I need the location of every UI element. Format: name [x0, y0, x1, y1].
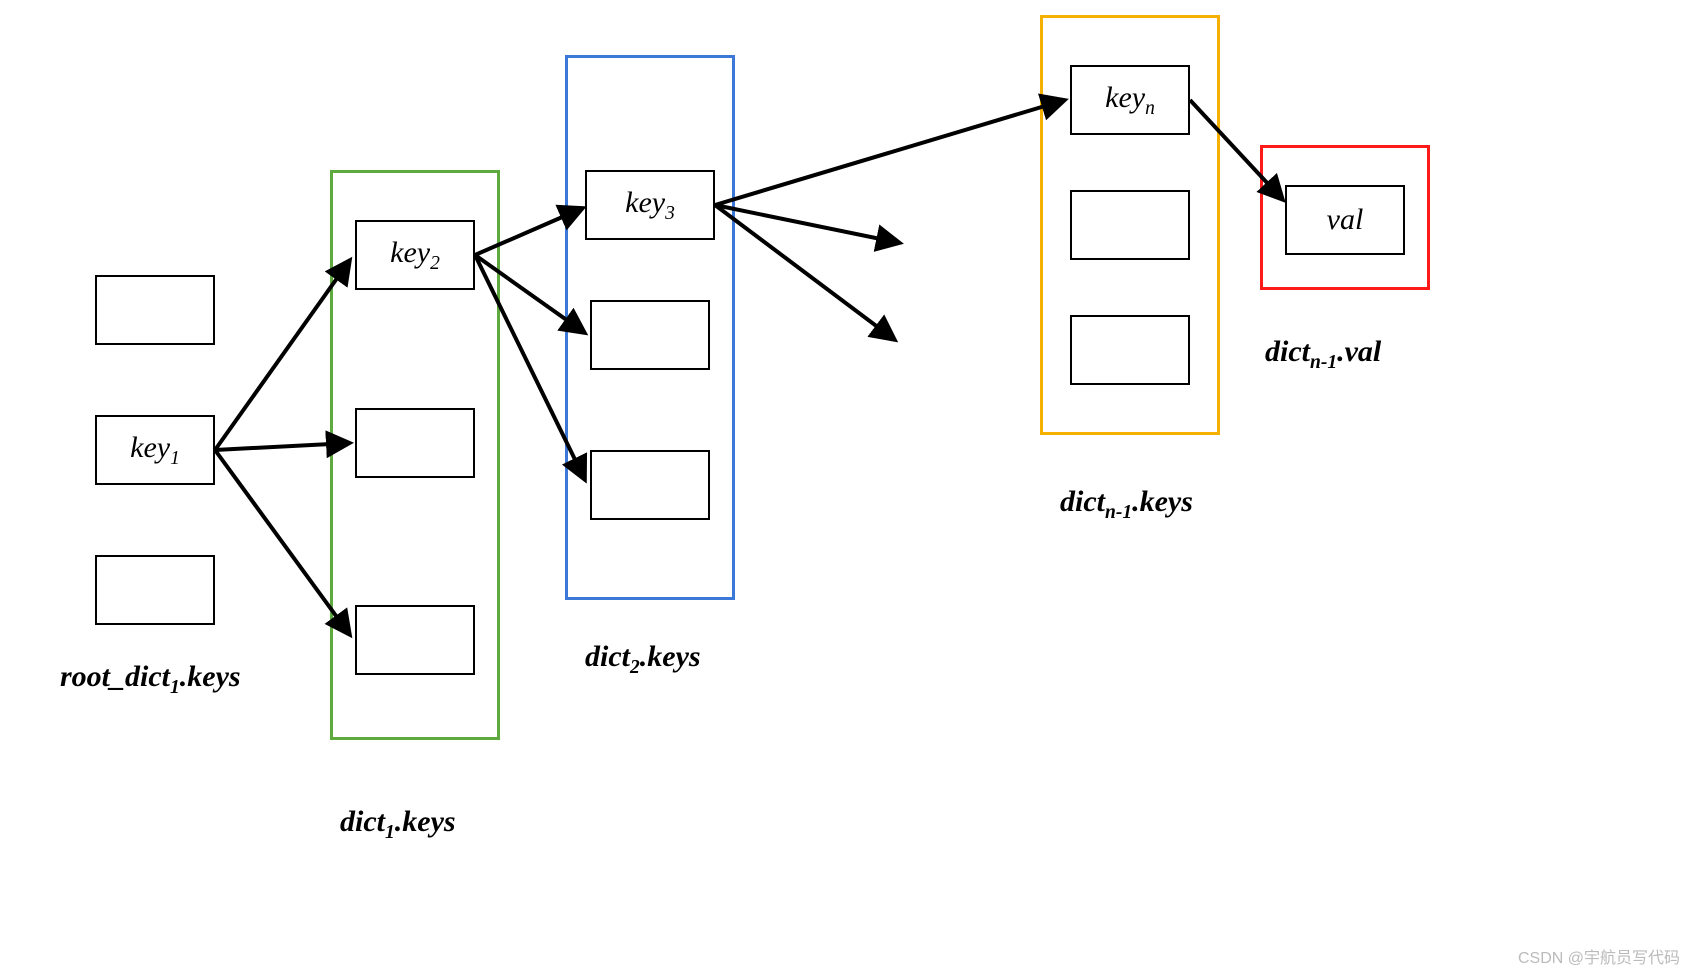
col1-label: root_dict1.keys: [60, 660, 241, 699]
key2-label: key2: [390, 236, 440, 275]
col4-box-2: [1070, 190, 1190, 260]
arrows-layer: [0, 0, 1692, 974]
col5-box-val: val: [1285, 185, 1405, 255]
col3-box-key3: key3: [585, 170, 715, 240]
col2-box-key2: key2: [355, 220, 475, 290]
watermark: CSDN @宇航员写代码: [1518, 944, 1680, 968]
col1-box-1: [95, 275, 215, 345]
col1-box-3: [95, 555, 215, 625]
col3-box-2: [590, 300, 710, 370]
key3-label: key3: [625, 186, 675, 225]
col4-box-keyn: keyn: [1070, 65, 1190, 135]
key1-label: key1: [130, 431, 180, 470]
col1-box-key1: key1: [95, 415, 215, 485]
val-label: val: [1327, 203, 1364, 237]
col2-box-3: [355, 605, 475, 675]
keyn-label: keyn: [1105, 81, 1155, 120]
col4-label: dictn-1.keys: [1060, 485, 1193, 524]
col2-label: dict1.keys: [340, 805, 456, 844]
col2-box-2: [355, 408, 475, 478]
col4-box-3: [1070, 315, 1190, 385]
col3-box-3: [590, 450, 710, 520]
col5-label: dictn-1.val: [1265, 335, 1381, 374]
col3-label: dict2.keys: [585, 640, 701, 679]
